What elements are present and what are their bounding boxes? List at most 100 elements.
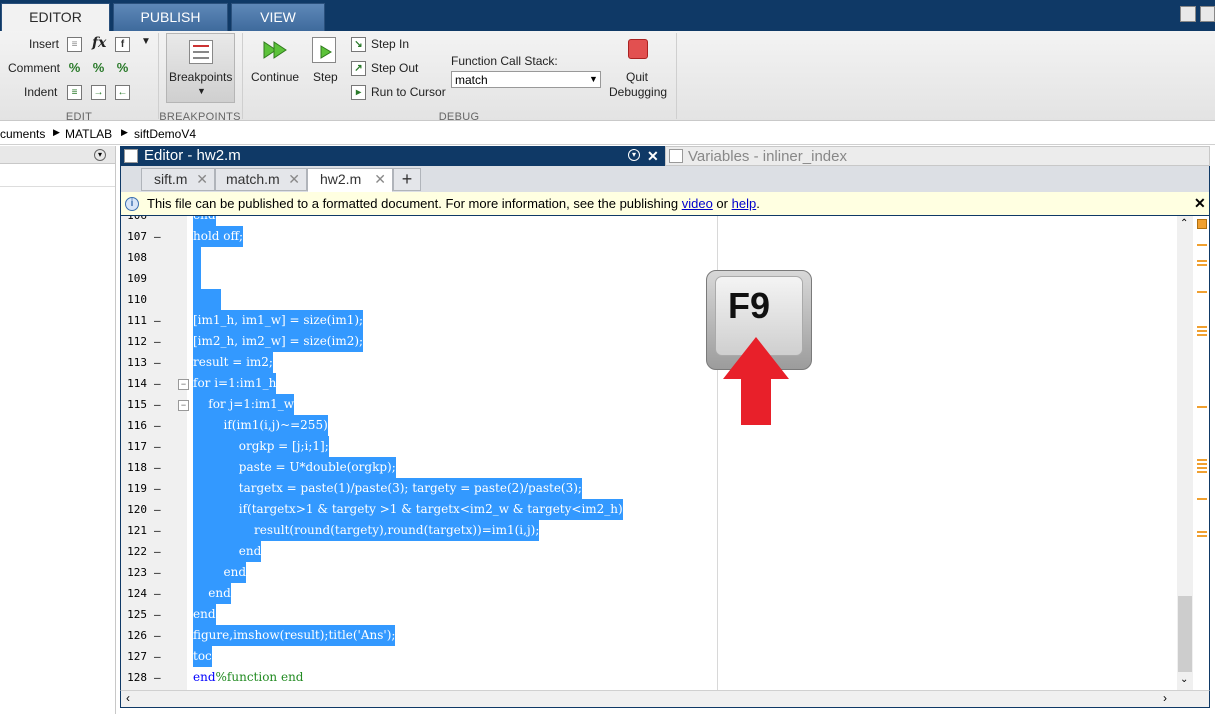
code-line[interactable] [193, 247, 201, 268]
current-folder-panel: ▾ [0, 146, 116, 714]
code-line[interactable] [193, 268, 201, 289]
scroll-thumb[interactable] [1178, 596, 1192, 672]
tab-label: match.m [226, 171, 280, 187]
increase-indent-icon[interactable]: → [91, 85, 106, 100]
code-line[interactable]: [im1_h, im1_w] = size(im1); [193, 310, 364, 331]
tab-view[interactable]: VIEW [231, 3, 325, 31]
warning-indicator[interactable] [1197, 219, 1207, 229]
uncomment-icon[interactable]: % [91, 61, 106, 76]
quick-access-icon[interactable] [1180, 6, 1196, 22]
step-icon[interactable] [312, 37, 336, 63]
quit-debugging-button[interactable]: Debugging [609, 85, 667, 99]
code-line[interactable]: if(im1(i,j)~=255) [193, 415, 328, 436]
breadcrumb-item[interactable]: cuments [0, 127, 45, 141]
tab-hw2-m[interactable]: hw2.m ✕ [307, 168, 393, 192]
horizontal-scrollbar[interactable]: ‹ › [120, 690, 1210, 708]
tab-sift-m[interactable]: sift.m ✕ [141, 168, 215, 191]
breakpoints-label: Breakpoints [169, 70, 233, 84]
quit-label[interactable]: Quit [626, 70, 648, 84]
vertical-scrollbar[interactable]: ⌃ ⌄ [1177, 216, 1193, 690]
fx-icon[interactable]: fx [92, 35, 106, 51]
variables-icon [669, 149, 683, 163]
continue-button[interactable]: Continue [251, 70, 299, 84]
video-link[interactable]: video [682, 196, 713, 211]
chevron-down-icon[interactable]: ▼ [141, 36, 151, 47]
code-line[interactable]: for j=1:im1_w [193, 394, 295, 415]
variables-title: Variables - inliner_index [688, 148, 847, 165]
chevron-down-icon[interactable]: ⌄ [1180, 674, 1188, 685]
close-icon[interactable]: ✕ [196, 169, 208, 190]
arrow-up-icon [723, 337, 789, 425]
help-link[interactable]: help [732, 196, 757, 211]
tab-match-m[interactable]: match.m ✕ [215, 168, 307, 191]
decrease-indent-icon[interactable]: ← [115, 85, 130, 100]
insert-label[interactable]: Insert [29, 37, 59, 51]
code-line[interactable]: for i=1:im1_h [193, 373, 277, 394]
chevron-up-icon[interactable]: ⌃ [1180, 218, 1188, 229]
code-line[interactable]: end [193, 216, 216, 226]
indent-label[interactable]: Indent [24, 85, 57, 99]
code-line[interactable]: end [193, 604, 216, 625]
code-line[interactable]: orgkp = [j;i;1]; [193, 436, 329, 457]
stop-icon[interactable] [628, 39, 648, 59]
info-or: or [712, 196, 732, 211]
smart-indent-icon[interactable]: ≡ [67, 85, 82, 100]
code-line[interactable]: if(targetx>1 & targety >1 & targetx<im2_… [193, 499, 623, 520]
breakpoints-group-label: BREAKPOINTS [159, 111, 241, 123]
step-out-button[interactable]: Step Out [371, 61, 418, 75]
editor-icon [124, 149, 138, 163]
code-line[interactable]: figure,imshow(result);title('Ans'); [193, 625, 396, 646]
chevron-right-icon[interactable]: › [1163, 691, 1167, 705]
code-line[interactable]: paste = U*double(orgkp); [193, 457, 396, 478]
run-to-cursor-icon[interactable]: ▸ [351, 85, 366, 100]
step-button[interactable]: Step [313, 70, 338, 84]
close-icon[interactable]: ✕ [647, 146, 659, 166]
code-line[interactable]: end%function end [193, 667, 303, 688]
breakpoints-button[interactable]: Breakpoints ▼ [166, 33, 235, 103]
panel-menu-icon[interactable]: ▾ [94, 149, 106, 161]
tab-publish[interactable]: PUBLISH [113, 3, 228, 31]
tab-editor[interactable]: EDITOR [1, 3, 110, 32]
divider [158, 33, 159, 119]
close-icon[interactable]: ✕ [374, 169, 386, 190]
divider [0, 186, 115, 187]
code-line[interactable]: end [193, 583, 231, 604]
run-to-cursor-button[interactable]: Run to Cursor [371, 85, 446, 99]
code-line[interactable]: [im2_h, im2_w] = size(im2); [193, 331, 364, 352]
f9-key-label: F9 [728, 285, 771, 326]
message-bar[interactable] [1194, 216, 1209, 690]
code-line[interactable]: end [193, 562, 247, 583]
breadcrumb-item[interactable]: siftDemoV4 [134, 127, 196, 141]
wrap-comment-icon[interactable]: % [115, 61, 130, 76]
chevron-left-icon[interactable]: ‹ [126, 691, 130, 705]
help-icon[interactable] [1200, 6, 1215, 22]
step-in-button[interactable]: Step In [371, 37, 409, 51]
address-bar[interactable]: cuments ▶ MATLAB ▶ siftDemoV4 [0, 123, 1215, 145]
code-line[interactable]: result = im2; [193, 352, 273, 373]
code-line[interactable]: toc [193, 646, 212, 667]
insert-icon[interactable]: ≡ [67, 37, 82, 52]
code-line[interactable]: end [193, 541, 262, 562]
code-line[interactable]: targetx = paste(1)/paste(3); targety = p… [193, 478, 582, 499]
breadcrumb-item[interactable]: MATLAB [65, 127, 112, 141]
comment-icon[interactable]: % [67, 61, 82, 76]
step-in-icon[interactable]: ↘ [351, 37, 366, 52]
close-icon[interactable]: ✕ [288, 169, 300, 190]
info-icon: i [125, 197, 139, 211]
panel-menu-icon[interactable]: ▾ [628, 149, 640, 161]
comment-label[interactable]: Comment [8, 61, 60, 75]
code-editor[interactable]: 106107–108109110111–112–113–114–−115–−11… [120, 216, 1210, 690]
new-tab-button[interactable]: + [393, 168, 421, 191]
continue-icon[interactable] [262, 40, 290, 60]
call-stack-select[interactable]: match ▼ [451, 71, 601, 88]
divider [242, 33, 243, 119]
code-line[interactable]: hold off; [193, 226, 244, 247]
close-icon[interactable]: ✕ [1194, 192, 1206, 215]
insert-function-icon[interactable]: f [115, 37, 130, 52]
step-out-icon[interactable]: ↗ [351, 61, 366, 76]
code-line[interactable]: result(round(targety),round(targetx))=im… [193, 520, 540, 541]
code-line[interactable] [193, 289, 221, 310]
info-end: . [756, 196, 760, 211]
call-stack-label: Function Call Stack: [451, 54, 558, 68]
variables-title-bar[interactable]: Variables - inliner_index [665, 146, 1210, 166]
